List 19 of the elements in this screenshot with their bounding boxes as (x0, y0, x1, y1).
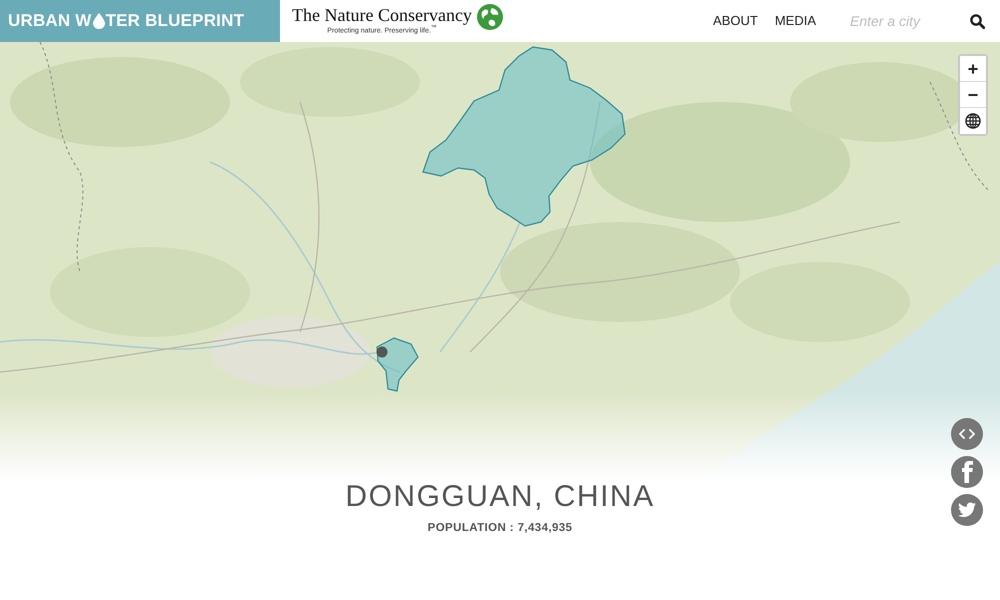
watershed-area (376, 337, 419, 392)
search-field[interactable]: Enter a city (850, 11, 962, 31)
partner-name: The Nature Conservancy (292, 6, 472, 24)
water-drop-icon (92, 13, 105, 29)
zoom-in-button[interactable]: + (960, 56, 986, 82)
population-text: POPULATION : 7,434,935 (428, 522, 572, 534)
globe-icon (965, 113, 981, 129)
globe-logo-icon (476, 4, 503, 30)
city-title: DONGGUAN, CHINA (345, 482, 655, 512)
search-icon (970, 14, 984, 28)
facebook-icon (962, 461, 972, 483)
brand-title-text: TER BLUEPRINT (106, 11, 244, 31)
nav-link[interactable]: MEDIA (774, 13, 816, 29)
twitter-icon (958, 502, 976, 518)
code-brackets-icon (959, 429, 975, 439)
nav-link[interactable]: ABOUT (713, 13, 758, 29)
twitter-button[interactable] (951, 494, 983, 526)
city-marker-icon (376, 346, 388, 358)
brand-title-text: URBAN W (8, 11, 92, 31)
